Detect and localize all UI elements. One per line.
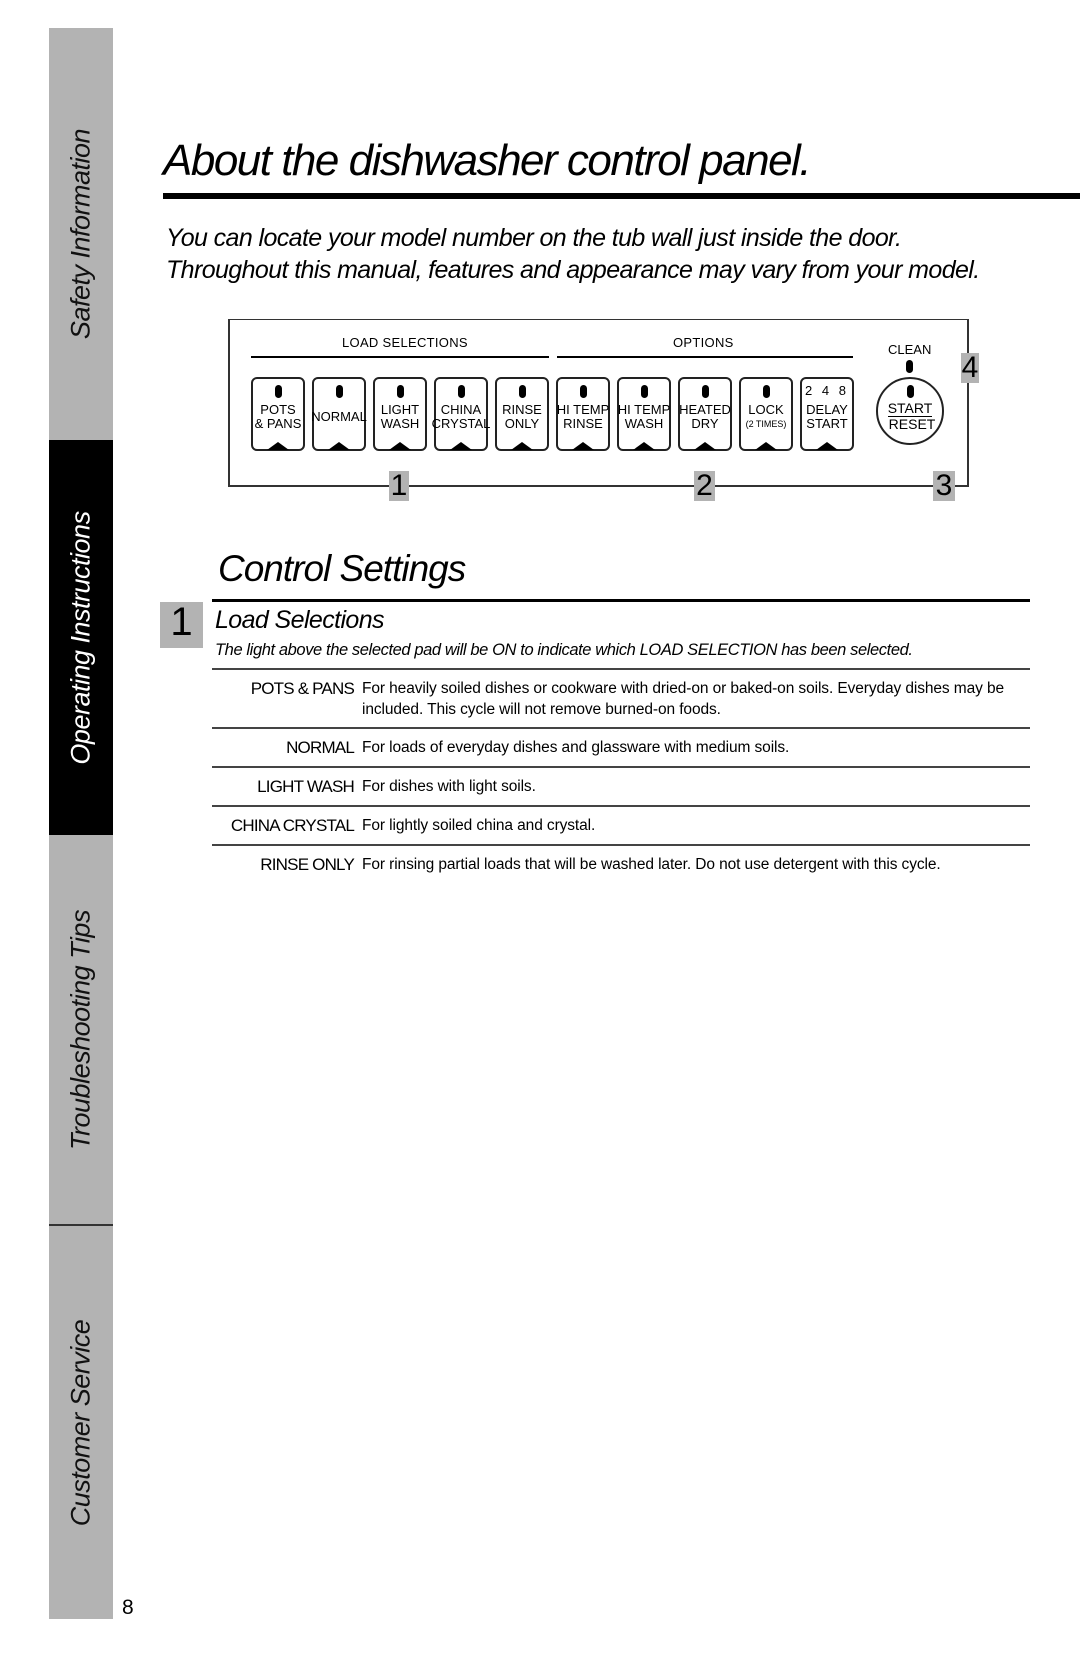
start-reset-button[interactable]: START RESET [876,377,944,445]
pad-hi-temp-rinse[interactable]: HI TEMP RINSE [556,377,610,451]
delay-hours-label: 2 4 8 [805,383,849,398]
row-definition: For dishes with light soils. [362,778,536,795]
pad-label: (2 TIMES) [745,419,787,429]
row-term: POTS & PANS [250,679,355,698]
pad-label: START [806,416,848,431]
row-definition: For loads of everyday dishes and glasswa… [362,739,790,756]
pad-arrow-icon [389,442,411,450]
indicator-light-icon [640,385,648,398]
control-panel-diagram: LOAD SELECTIONS OPTIONS POTS & PANS NORM… [228,319,969,487]
pad-label: CRYSTAL [431,416,491,431]
pad-label: DRY [691,416,719,431]
indicator-light-icon [906,385,914,398]
indicator-light-icon [762,385,770,398]
load-selections-label: LOAD SELECTIONS [342,335,468,350]
pad-label: HI TEMP [556,402,610,417]
pad-label: LOCK [748,402,784,417]
load-selections-table: POTS & PANS For heavily soiled dishes or… [212,668,1030,883]
table-row: LIGHT WASH For dishes with light soils. [212,766,1030,805]
options-label: OPTIONS [673,335,734,350]
callout-badge-4: 4 [961,351,979,384]
pad-label: DELAY [806,402,848,417]
pad-arrow-icon [267,442,289,450]
sidebar-tab-customer-service[interactable]: Customer Service [49,1226,113,1619]
callout-badge-1: 1 [389,469,409,502]
pad-rinse-only[interactable]: RINSE ONLY [495,377,549,451]
pad-light-wash[interactable]: LIGHT WASH [373,377,427,451]
pad-lock[interactable]: LOCK (2 TIMES) [739,377,793,451]
row-definition: For heavily soiled dishes or cookware wi… [362,680,1005,718]
subsection-description: The light above the selected pad will be… [215,641,913,659]
row-term: CHINA CRYSTAL [230,816,355,835]
reset-label: RESET [888,416,936,432]
pad-arrow-icon [450,442,472,450]
section-number-badge: 1 [160,602,203,648]
tab-label: Operating Instructions [65,510,96,765]
row-term: RINSE ONLY [260,855,355,874]
tab-label: Troubleshooting Tips [65,910,96,1150]
table-row: POTS & PANS For heavily soiled dishes or… [212,668,1030,727]
intro-line-2: Throughout this manual, features and app… [166,256,980,284]
intro-text: You can locate your model number on the … [166,222,980,286]
table-row: NORMAL For loads of everyday dishes and … [212,727,1030,766]
callout-badge-3: 3 [933,471,955,501]
intro-line-1: You can locate your model number on the … [166,224,902,252]
row-definition: For rinsing partial loads that will be w… [362,856,941,873]
indicator-light-icon [335,385,343,398]
pad-arrow-icon [694,442,716,450]
indicator-light-icon [396,385,404,398]
tab-label: Customer Service [65,1319,96,1526]
pad-normal[interactable]: NORMAL [311,377,367,451]
sidebar-tab-safety-information[interactable]: Safety Information [49,28,113,440]
subsection-title: Load Selections [215,606,385,634]
indicator-light-icon [274,385,282,398]
pad-label: NORMAL [311,409,367,424]
table-row: CHINA CRYSTAL For lightly soiled china a… [212,805,1030,844]
row-term: LIGHT WASH [257,777,355,796]
indicator-light-icon [579,385,587,398]
table-row: RINSE ONLY For rinsing partial loads tha… [212,844,1030,883]
pad-label: LIGHT [380,402,420,417]
pad-arrow-icon [633,442,655,450]
pad-label: CHINA [440,402,482,417]
page-title: About the dishwasher control panel. [163,136,812,185]
start-label: START [887,400,933,417]
pad-label: RINSE [502,402,542,417]
pad-china-crystal[interactable]: CHINA CRYSTAL [432,377,490,451]
indicator-light-icon [701,385,709,398]
pad-label: ONLY [504,416,540,431]
pad-heated-dry[interactable]: HEATED DRY [678,377,732,451]
pad-label: HEATED [679,402,731,417]
pad-arrow-icon [816,442,838,450]
row-term: NORMAL [286,738,355,757]
pad-delay-start[interactable]: 2 4 8 DELAY START [800,377,854,451]
pad-label: POTS [260,402,296,417]
pad-arrow-icon [755,442,777,450]
pad-label: WASH [380,416,420,431]
pad-hi-temp-wash[interactable]: HI TEMP WASH [617,377,671,451]
section-title: Control Settings [218,548,466,589]
pad-label: HI TEMP [617,402,671,417]
load-selections-rule [251,356,549,358]
callout-badge-2: 2 [694,471,715,501]
options-rule [557,356,853,358]
tab-label: Safety Information [65,128,96,340]
pad-arrow-icon [572,442,594,450]
title-rule [163,193,1080,199]
pad-label: RINSE [563,416,603,431]
indicator-light-icon [457,385,465,398]
pad-pots-pans[interactable]: POTS & PANS [251,377,305,451]
sidebar-tab-troubleshooting-tips[interactable]: Troubleshooting Tips [49,835,113,1225]
page-number: 8 [122,1596,134,1619]
pad-label: WASH [624,416,664,431]
clean-label: CLEAN [888,342,932,357]
pad-label: & PANS [254,416,302,431]
indicator-light-icon [518,385,526,398]
section-rule [212,599,1030,602]
sidebar-tab-operating-instructions[interactable]: Operating Instructions [49,440,113,835]
clean-indicator-light-icon [906,360,913,373]
row-definition: For lightly soiled china and crystal. [362,817,596,834]
pad-arrow-icon [511,442,533,450]
pad-arrow-icon [328,442,350,450]
